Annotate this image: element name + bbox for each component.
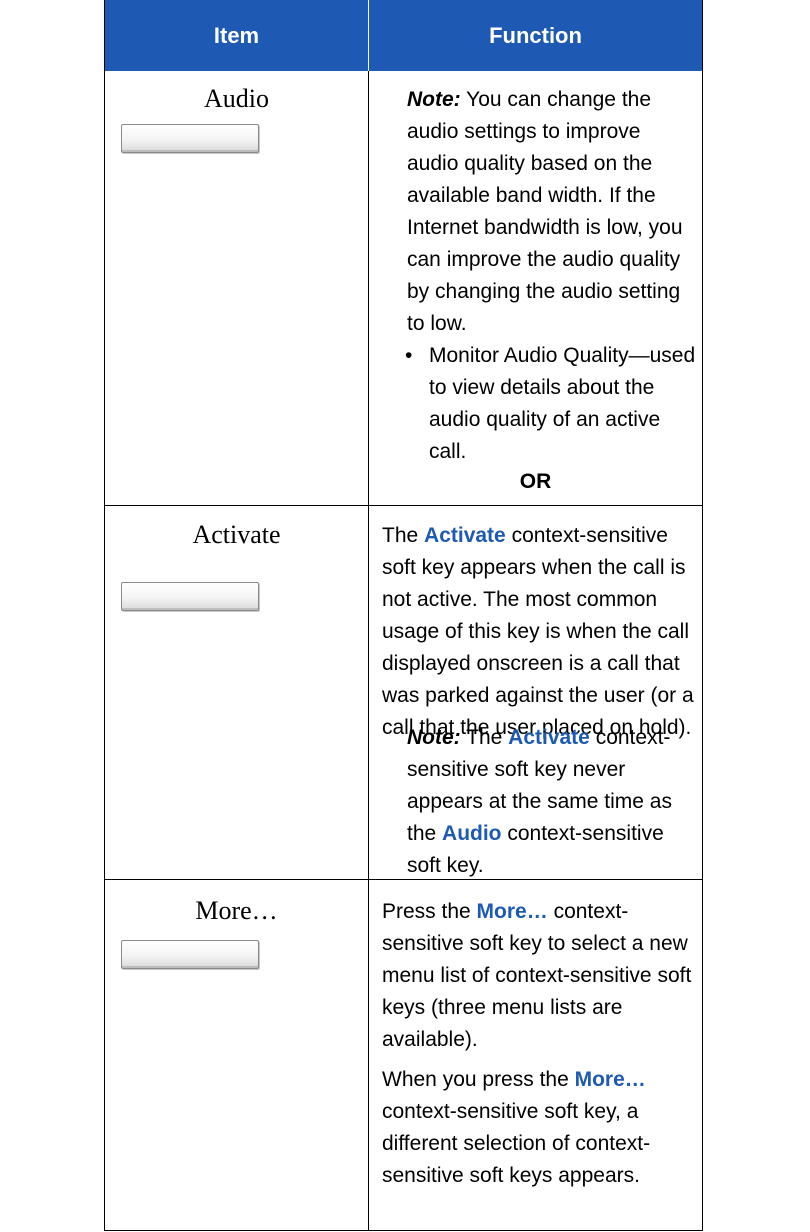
row-divider: [105, 879, 702, 880]
audio-note-label: Note:: [407, 88, 461, 111]
more-softkey[interactable]: [121, 940, 259, 969]
activate-note: Note: The Activate context-sensitive sof…: [407, 722, 677, 882]
or-label: OR: [519, 470, 552, 493]
activate-note-key2: Audio: [442, 822, 502, 845]
monitor-audio-quality-item: Monitor Audio Quality—used to view detai…: [429, 344, 696, 463]
more-description: Press the More… context-sensitive soft k…: [382, 896, 694, 1056]
softkey-table: Item Function Audio Note: You can change…: [104, 0, 703, 1231]
activate-desc-pre: The: [382, 524, 425, 547]
header-divider: [368, 0, 369, 71]
more-description-2: When you press the More… context-sensiti…: [382, 1064, 694, 1192]
activate-key-label: Activate: [192, 520, 281, 549]
table-header: Item Function: [105, 0, 702, 71]
more-desc2-post: context-sensitive soft key, a different …: [382, 1100, 651, 1187]
row-divider: [105, 505, 702, 506]
activate-note-key1: Activate: [508, 726, 590, 749]
activate-softkey[interactable]: [121, 582, 259, 611]
audio-note-text: You can change the audio settings to imp…: [407, 88, 683, 335]
header-item: Item: [213, 23, 260, 48]
activate-description: The Activate context-sensitive soft key …: [382, 520, 694, 744]
activate-key-ref: Activate: [424, 524, 506, 547]
more-key-label: More…: [195, 896, 278, 925]
activate-desc-post: context-sensitive soft key appears when …: [382, 524, 694, 739]
more-desc2-pre: When you press the: [382, 1068, 575, 1091]
activate-note-label: Note:: [407, 726, 461, 749]
audio-key-label: Audio: [204, 84, 269, 113]
more-desc-pre: Press the: [382, 900, 477, 923]
audio-note: Note: You can change the audio settings …: [407, 84, 692, 340]
activate-note-pre: The: [460, 726, 509, 749]
audio-softkey[interactable]: [121, 124, 259, 153]
more-key-ref: More…: [476, 900, 548, 923]
more-key-ref-2: More…: [574, 1068, 646, 1091]
column-divider: [368, 0, 369, 1231]
header-function: Function: [489, 23, 582, 48]
bullet-icon: •: [405, 344, 413, 367]
